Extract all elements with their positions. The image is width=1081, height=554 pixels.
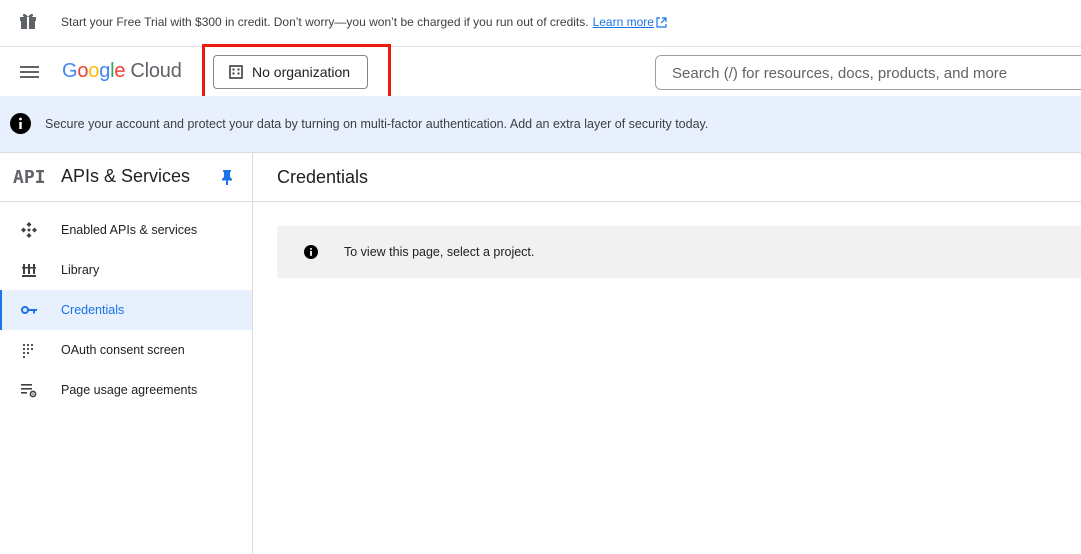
api-hub-icon bbox=[21, 222, 37, 238]
info-icon bbox=[304, 245, 318, 259]
sidebar-item-label: OAuth consent screen bbox=[61, 343, 185, 357]
sidebar-item-oauth-consent[interactable]: OAuth consent screen bbox=[0, 330, 252, 370]
sidebar-header: API APIs & Services bbox=[0, 153, 252, 202]
sidebar-item-label: Page usage agreements bbox=[61, 383, 198, 397]
search-placeholder: Search (/) for resources, docs, products… bbox=[672, 65, 1008, 82]
annotation-highlight-box bbox=[202, 44, 391, 100]
select-project-notice: To view this page, select a project. bbox=[277, 226, 1081, 278]
sidebar-item-page-usage[interactable]: Page usage agreements bbox=[0, 370, 252, 410]
notice-message: To view this page, select a project. bbox=[344, 245, 535, 259]
mfa-banner: Secure your account and protect your dat… bbox=[0, 96, 1081, 153]
consent-grid-icon bbox=[22, 343, 34, 358]
sidebar-item-label: Credentials bbox=[61, 303, 125, 317]
learn-more-link[interactable]: Learn more bbox=[593, 15, 654, 29]
main-content: Credentials To view this page, select a … bbox=[253, 153, 1081, 554]
page-title: Credentials bbox=[277, 167, 369, 187]
external-link-icon bbox=[656, 17, 667, 28]
free-trial-bar: Start your Free Trial with $300 in credi… bbox=[0, 0, 1081, 47]
main-header: Credentials bbox=[253, 153, 1081, 202]
hamburger-menu-icon[interactable] bbox=[19, 64, 41, 80]
free-trial-message: Start your Free Trial with $300 in credi… bbox=[61, 15, 589, 29]
key-icon bbox=[21, 306, 37, 314]
search-input[interactable]: Search (/) for resources, docs, products… bbox=[655, 55, 1081, 90]
gift-icon bbox=[20, 13, 36, 29]
sidebar-item-label: Enabled APIs & services bbox=[61, 223, 198, 237]
api-icon: API bbox=[13, 167, 46, 188]
top-header: Google Cloud No organization Search (/) f… bbox=[0, 48, 1081, 96]
mfa-banner-message: Secure your account and protect your dat… bbox=[45, 117, 709, 131]
sidebar: API APIs & Services Enabled APIs & servi… bbox=[0, 153, 253, 554]
logo-cloud-text: Cloud bbox=[130, 60, 182, 82]
sidebar-item-label: Library bbox=[61, 263, 100, 277]
library-icon bbox=[22, 264, 36, 277]
sidebar-item-credentials[interactable]: Credentials bbox=[0, 290, 252, 330]
logo-google-text: Google bbox=[62, 60, 126, 82]
free-trial-text: Start your Free Trial with $300 in credi… bbox=[61, 15, 667, 29]
pin-icon[interactable] bbox=[221, 169, 233, 185]
settings-list-icon bbox=[21, 384, 37, 398]
sidebar-title: APIs & Services bbox=[61, 166, 191, 186]
info-icon bbox=[10, 113, 31, 134]
sidebar-item-library[interactable]: Library bbox=[0, 250, 252, 290]
sidebar-item-enabled-apis[interactable]: Enabled APIs & services bbox=[0, 210, 252, 250]
google-cloud-logo[interactable]: Google Cloud bbox=[62, 60, 182, 83]
